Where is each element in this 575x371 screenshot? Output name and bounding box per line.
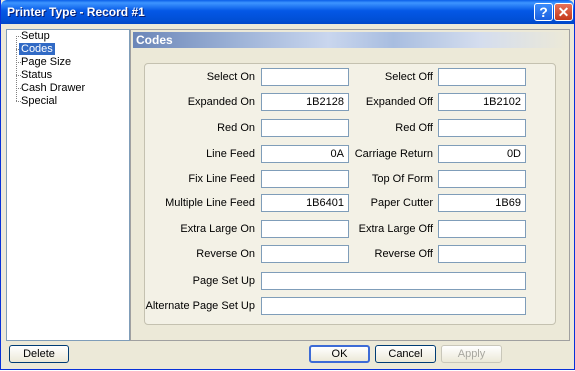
tree-item-status[interactable]: Status	[19, 69, 54, 81]
help-button[interactable]: ?	[534, 3, 553, 21]
page-set-up-label: Page Set Up	[192, 275, 255, 287]
reverse-off-field[interactable]	[438, 245, 526, 263]
carriage-return-field[interactable]	[438, 145, 526, 163]
cancel-button[interactable]: Cancel	[375, 345, 436, 363]
select-off-field[interactable]	[438, 68, 526, 86]
alternate-page-set-up-field[interactable]	[261, 297, 526, 315]
select-on-label: Select On	[206, 71, 255, 83]
red-off-label: Red Off	[395, 122, 433, 134]
tree-item-codes[interactable]: Codes	[19, 43, 55, 55]
close-icon: ✕	[557, 3, 570, 20]
tree-item-setup[interactable]: Setup	[19, 30, 52, 42]
apply-button-label: Apply	[457, 348, 486, 360]
multiple-line-feed-field[interactable]	[261, 194, 349, 212]
paper-cutter-label: Paper Cutter	[370, 197, 433, 209]
carriage-return-label: Carriage Return	[354, 148, 433, 160]
line-feed-field[interactable]	[261, 145, 349, 163]
ok-button-label: OK	[331, 348, 348, 360]
line-feed-label: Line Feed	[206, 148, 255, 160]
extra-large-off-label: Extra Large Off	[358, 223, 433, 235]
help-icon: ?	[539, 4, 548, 20]
delete-button[interactable]: Delete	[9, 345, 69, 363]
extra-large-off-field[interactable]	[438, 220, 526, 238]
reverse-off-label: Reverse Off	[374, 248, 434, 260]
top-of-form-label: Top Of Form	[371, 173, 433, 185]
expanded-off-label: Expanded Off	[365, 96, 433, 108]
apply-button[interactable]: Apply	[441, 345, 502, 363]
expanded-on-label: Expanded On	[187, 96, 255, 108]
top-of-form-field[interactable]	[438, 170, 526, 188]
close-button[interactable]: ✕	[554, 3, 573, 21]
extra-large-on-label: Extra Large On	[180, 223, 255, 235]
tree-item-special[interactable]: Special	[19, 95, 59, 107]
panel-header: Codes	[133, 32, 567, 48]
multiple-line-feed-label: Multiple Line Feed	[165, 197, 255, 209]
reverse-on-label: Reverse On	[196, 248, 255, 260]
red-on-label: Red On	[217, 122, 255, 134]
fix-line-feed-field[interactable]	[261, 170, 349, 188]
panel-title: Codes	[136, 33, 173, 47]
window-title: Printer Type - Record #1	[7, 5, 145, 19]
page-set-up-field[interactable]	[261, 272, 526, 290]
printer-type-dialog: Printer Type - Record #1 ? ✕ Setup Codes…	[0, 0, 575, 370]
select-on-field[interactable]	[261, 68, 349, 86]
section-tree: Setup Codes Page Size Status Cash Drawer…	[6, 29, 130, 341]
extra-large-on-field[interactable]	[261, 220, 349, 238]
expanded-off-field[interactable]	[438, 93, 526, 111]
tree-item-cash-drawer[interactable]: Cash Drawer	[19, 82, 87, 94]
tree-item-page-size[interactable]: Page Size	[19, 56, 73, 68]
select-off-label: Select Off	[384, 71, 433, 83]
tree-connector	[16, 36, 17, 101]
fix-line-feed-label: Fix Line Feed	[188, 173, 255, 185]
red-off-field[interactable]	[438, 119, 526, 137]
reverse-on-field[interactable]	[261, 245, 349, 263]
delete-button-label: Delete	[23, 348, 55, 360]
paper-cutter-field[interactable]	[438, 194, 526, 212]
ok-button[interactable]: OK	[309, 345, 370, 363]
cancel-button-label: Cancel	[388, 348, 423, 360]
alternate-page-set-up-label: Alternate Page Set Up	[145, 300, 255, 312]
title-bar[interactable]: Printer Type - Record #1 ? ✕	[1, 0, 574, 24]
expanded-on-field[interactable]	[261, 93, 349, 111]
red-on-field[interactable]	[261, 119, 349, 137]
